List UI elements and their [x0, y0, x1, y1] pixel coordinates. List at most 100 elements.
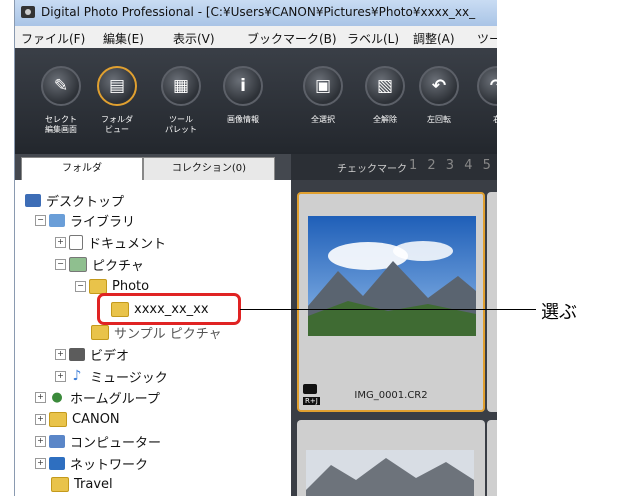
tree-item-label: デスクトップ	[46, 194, 125, 210]
callout-leader-line	[240, 309, 536, 310]
camera-app-icon	[21, 6, 35, 18]
checkmark-bar: チェックマーク 1 2 3 4 5	[291, 154, 497, 180]
rotate-right-icon: ↷	[477, 66, 497, 106]
tree-item-label: ドキュメント	[88, 236, 167, 252]
thumbnail-card-partial[interactable]	[487, 420, 497, 496]
tree-item-desktop[interactable]: デスクトップ	[25, 190, 124, 210]
tree-item-computer[interactable]: + コンピューター	[35, 431, 161, 451]
collapse-icon[interactable]: −	[55, 258, 66, 270]
tool-palette-button[interactable]: ▦ ツール パレット	[155, 52, 207, 135]
tool-palette-icon: ▦	[161, 66, 201, 106]
dpp-window: Digital Photo Professional - [C:¥Users¥C…	[14, 0, 497, 496]
folder-tree: デスクトップ − ライブラリ + ドキュメント − ピクチャ − Photo x…	[15, 180, 293, 496]
tree-item-library[interactable]: − ライブラリ	[35, 210, 135, 230]
menu-adjust[interactable]: 調整(A)	[413, 30, 455, 47]
tool-palette-label: ツール パレット	[165, 115, 197, 134]
folder-view-icon: ▤	[97, 66, 137, 106]
rotate-right-label: 右	[471, 115, 497, 125]
select-all-icon: ▣	[303, 66, 343, 106]
tree-item-label: ネットワーク	[70, 457, 149, 473]
mountain-photo	[306, 450, 474, 496]
menu-tools[interactable]: ツー	[477, 30, 497, 47]
homegroup-icon: ●	[51, 389, 63, 405]
rotate-left-icon: ↶	[419, 66, 459, 106]
folder-icon	[51, 476, 69, 492]
tree-item-label: Travel	[74, 476, 113, 492]
checkmark-label: チェックマーク	[337, 164, 407, 175]
select-all-button[interactable]: ▣ 全選択	[297, 52, 349, 125]
image-info-button[interactable]: i 画像情報	[217, 52, 269, 125]
folder-icon	[91, 324, 109, 340]
thumbnail-card[interactable]	[297, 420, 485, 496]
expand-icon[interactable]: +	[55, 370, 66, 382]
tree-item-network[interactable]: + ネットワーク	[35, 453, 148, 473]
rotate-left-button[interactable]: ↶ 左回転	[413, 52, 465, 125]
tab-folder[interactable]: フォルダ	[21, 157, 143, 180]
expand-icon[interactable]: +	[35, 457, 46, 469]
computer-icon	[49, 434, 65, 448]
folder-view-button[interactable]: ▤ フォルダ ビュー	[91, 52, 143, 135]
thumbnail-filename: IMG_0001.CR2	[354, 390, 428, 401]
collapse-icon[interactable]: −	[75, 280, 86, 292]
select-edit-label: セレクト 編集画面	[45, 115, 77, 134]
thumbnail-card-partial[interactable]	[487, 192, 497, 412]
menu-label[interactable]: ラベル(L)	[347, 30, 399, 47]
menu-view[interactable]: 表示(V)	[173, 30, 215, 47]
tree-item-homegroup[interactable]: + ● ホームグループ	[35, 387, 160, 407]
expand-icon[interactable]: +	[35, 391, 46, 403]
window-title: Digital Photo Professional - [C:¥Users¥C…	[41, 5, 476, 19]
thumbnail-card[interactable]: R+J IMG_0001.CR2	[297, 192, 485, 412]
rotate-left-label: 左回転	[427, 115, 451, 124]
tree-item-label: ホームグループ	[70, 391, 160, 407]
menu-bookmark[interactable]: ブックマーク(B)	[247, 30, 337, 47]
tree-item-video[interactable]: + ビデオ	[55, 344, 129, 364]
image-info-label: 画像情報	[227, 115, 259, 124]
title-bar: Digital Photo Professional - [C:¥Users¥C…	[15, 0, 497, 26]
selection-highlight	[97, 293, 241, 325]
desktop-icon	[25, 193, 41, 207]
expand-icon[interactable]: +	[55, 348, 66, 360]
rotate-right-button[interactable]: ↷ 右	[471, 52, 497, 125]
deselect-all-label: 全解除	[373, 115, 397, 124]
tree-item-label: ミュージック	[90, 370, 168, 386]
select-all-label: 全選択	[311, 115, 335, 124]
tab-collection[interactable]: コレクション(0)	[143, 157, 275, 180]
callout-label: 選ぶ	[541, 302, 577, 323]
music-icon: ♪	[72, 367, 82, 384]
tree-item-label: ライブラリ	[70, 214, 136, 230]
user-folder-icon	[49, 411, 67, 427]
tree-item-documents[interactable]: + ドキュメント	[55, 232, 166, 252]
tree-item-label: CANON	[72, 411, 120, 427]
expand-icon[interactable]: +	[35, 413, 46, 425]
tree-item-music[interactable]: + ♪ ミュージック	[55, 366, 168, 386]
folder-view-label: フォルダ ビュー	[101, 115, 133, 134]
collapse-icon[interactable]: −	[35, 214, 46, 226]
pictures-icon	[69, 256, 87, 272]
thumbnail-area: R+J IMG_0001.CR2	[291, 180, 497, 496]
tree-item-label: コンピューター	[70, 435, 162, 451]
video-icon	[69, 347, 85, 361]
checkmark-numbers[interactable]: 1 2 3 4 5	[409, 158, 494, 173]
deselect-all-button[interactable]: ▧ 全解除	[359, 52, 411, 125]
menu-edit[interactable]: 編集(E)	[103, 30, 144, 47]
menu-file[interactable]: ファイル(F)	[21, 30, 85, 47]
expand-icon[interactable]: +	[35, 435, 46, 447]
document-icon	[69, 234, 83, 250]
expand-icon[interactable]: +	[55, 236, 66, 248]
tree-item-canon[interactable]: + CANON	[35, 409, 120, 429]
menu-bar: ファイル(F) 編集(E) 表示(V) ブックマーク(B) ラベル(L) 調整(…	[15, 26, 497, 49]
deselect-all-icon: ▧	[365, 66, 405, 106]
mountain-photo	[308, 216, 476, 336]
library-icon	[49, 213, 65, 227]
tree-item-pictures[interactable]: − ピクチャ	[55, 254, 144, 274]
tree-item-sample-pictures[interactable]: サンプル ピクチャ	[91, 322, 222, 342]
tree-item-label: ピクチャ	[92, 258, 144, 274]
info-icon: i	[223, 66, 263, 106]
tree-item-label: ビデオ	[90, 348, 130, 364]
tree-item-label: Photo	[112, 278, 150, 294]
tree-item-label: サンプル ピクチャ	[114, 326, 222, 342]
select-edit-button[interactable]: ✎ セレクト 編集画面	[35, 52, 87, 135]
edit-icon: ✎	[41, 66, 81, 106]
toolbar: ✎ セレクト 編集画面 ▤ フォルダ ビュー ▦ ツール パレット i 画像情報…	[15, 48, 497, 154]
tree-item-travel[interactable]: Travel	[51, 474, 113, 494]
